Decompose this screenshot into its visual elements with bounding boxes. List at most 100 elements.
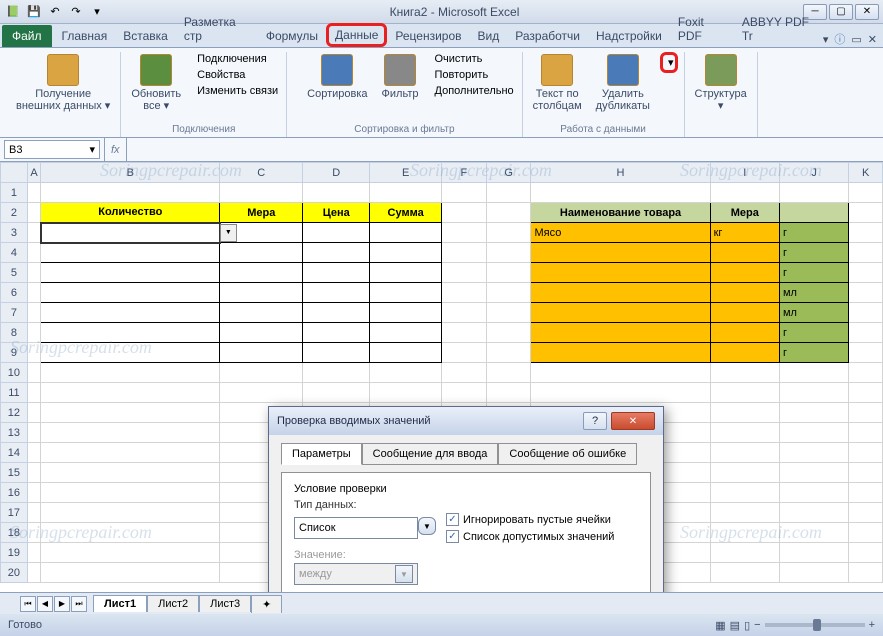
- cell[interactable]: [303, 223, 370, 243]
- cell[interactable]: [710, 423, 779, 443]
- help-icon[interactable]: ⓘ: [834, 31, 845, 47]
- cell[interactable]: [303, 283, 370, 303]
- cell[interactable]: [441, 363, 486, 383]
- col-header[interactable]: G: [486, 163, 531, 183]
- cell[interactable]: [27, 223, 40, 243]
- redo-icon[interactable]: ↷: [67, 3, 85, 21]
- whatif-button[interactable]: [660, 79, 678, 81]
- cell[interactable]: [41, 483, 220, 503]
- cell[interactable]: Сумма: [370, 203, 442, 223]
- cell[interactable]: [303, 303, 370, 323]
- cell[interactable]: [370, 323, 442, 343]
- tab-input-message[interactable]: Сообщение для ввода: [362, 443, 499, 465]
- sheet-tab-3[interactable]: Лист3: [199, 595, 251, 612]
- cell[interactable]: [220, 183, 303, 203]
- save-icon[interactable]: 💾: [25, 3, 43, 21]
- cell[interactable]: [710, 183, 779, 203]
- row-header[interactable]: 15: [1, 463, 28, 483]
- cell[interactable]: [486, 183, 531, 203]
- cell[interactable]: [849, 483, 883, 503]
- cell[interactable]: [486, 223, 531, 243]
- cell[interactable]: [41, 323, 220, 343]
- cell[interactable]: [710, 483, 779, 503]
- cell[interactable]: [849, 243, 883, 263]
- cell[interactable]: мл: [779, 303, 848, 323]
- cell[interactable]: [41, 563, 220, 583]
- cell[interactable]: [27, 323, 40, 343]
- cell[interactable]: [710, 363, 779, 383]
- doc-close-icon[interactable]: ✕: [868, 33, 877, 46]
- view-break-icon[interactable]: ▯: [744, 619, 750, 632]
- row-header[interactable]: 20: [1, 563, 28, 583]
- cell[interactable]: [220, 363, 303, 383]
- cell[interactable]: [710, 323, 779, 343]
- tab-view[interactable]: Вид: [470, 25, 508, 47]
- sheet-tab-1[interactable]: Лист1: [93, 595, 147, 612]
- cell[interactable]: [441, 183, 486, 203]
- cell[interactable]: [220, 343, 303, 363]
- row-header[interactable]: 16: [1, 483, 28, 503]
- cell[interactable]: [849, 423, 883, 443]
- row-header[interactable]: 5: [1, 263, 28, 283]
- cell[interactable]: [27, 343, 40, 363]
- tab-insert[interactable]: Вставка: [115, 25, 176, 47]
- cell[interactable]: [41, 423, 220, 443]
- cell[interactable]: [779, 523, 848, 543]
- cell[interactable]: [27, 443, 40, 463]
- tab-developer[interactable]: Разработчи: [507, 25, 588, 47]
- sort-za-button[interactable]: [293, 55, 297, 57]
- cell[interactable]: [441, 383, 486, 403]
- get-external-data-button[interactable]: Получение внешних данных ▾: [12, 52, 114, 114]
- cell[interactable]: [27, 563, 40, 583]
- cell[interactable]: [849, 223, 883, 243]
- col-header[interactable]: A: [27, 163, 40, 183]
- cell[interactable]: [41, 523, 220, 543]
- cell[interactable]: мл: [779, 283, 848, 303]
- cell[interactable]: [849, 523, 883, 543]
- cell[interactable]: [849, 283, 883, 303]
- cell[interactable]: [486, 203, 531, 223]
- cell[interactable]: [41, 503, 220, 523]
- zoom-in-button[interactable]: +: [869, 619, 875, 631]
- cell[interactable]: [849, 463, 883, 483]
- new-sheet-button[interactable]: ✦: [251, 595, 282, 613]
- cell[interactable]: [710, 403, 779, 423]
- cell[interactable]: [531, 303, 710, 323]
- last-sheet-icon[interactable]: ⏭: [71, 596, 87, 612]
- cell[interactable]: [370, 363, 442, 383]
- cell[interactable]: [27, 403, 40, 423]
- cell[interactable]: [303, 263, 370, 283]
- cell[interactable]: [27, 263, 40, 283]
- col-header[interactable]: H: [531, 163, 710, 183]
- row-header[interactable]: 19: [1, 543, 28, 563]
- properties-button[interactable]: Свойства: [191, 68, 280, 82]
- cell[interactable]: [370, 383, 442, 403]
- cell[interactable]: [27, 183, 40, 203]
- cell[interactable]: [41, 303, 220, 323]
- tab-error-alert[interactable]: Сообщение об ошибке: [498, 443, 637, 465]
- cell[interactable]: [441, 203, 486, 223]
- cell[interactable]: [849, 183, 883, 203]
- cell[interactable]: [220, 323, 303, 343]
- type-select[interactable]: Список: [294, 517, 418, 539]
- cell[interactable]: [303, 323, 370, 343]
- zoom-slider[interactable]: [765, 623, 865, 627]
- cell[interactable]: [41, 543, 220, 563]
- refresh-all-button[interactable]: Обновить все ▾: [127, 52, 185, 114]
- qat-dropdown-icon[interactable]: ▾: [88, 3, 106, 21]
- dialog-help-button[interactable]: ?: [583, 412, 607, 430]
- reapply-button[interactable]: Повторить: [429, 68, 516, 82]
- tab-parameters[interactable]: Параметры: [281, 443, 362, 465]
- cell[interactable]: [849, 563, 883, 583]
- cell[interactable]: [849, 383, 883, 403]
- sheet-tab-2[interactable]: Лист2: [147, 595, 199, 612]
- cell[interactable]: [220, 383, 303, 403]
- cell[interactable]: [486, 323, 531, 343]
- cell[interactable]: [303, 183, 370, 203]
- col-header[interactable]: K: [849, 163, 883, 183]
- zoom-out-button[interactable]: −: [754, 619, 760, 631]
- cell[interactable]: [531, 283, 710, 303]
- cell[interactable]: [779, 543, 848, 563]
- cell[interactable]: [27, 303, 40, 323]
- view-normal-icon[interactable]: ▦: [715, 619, 725, 632]
